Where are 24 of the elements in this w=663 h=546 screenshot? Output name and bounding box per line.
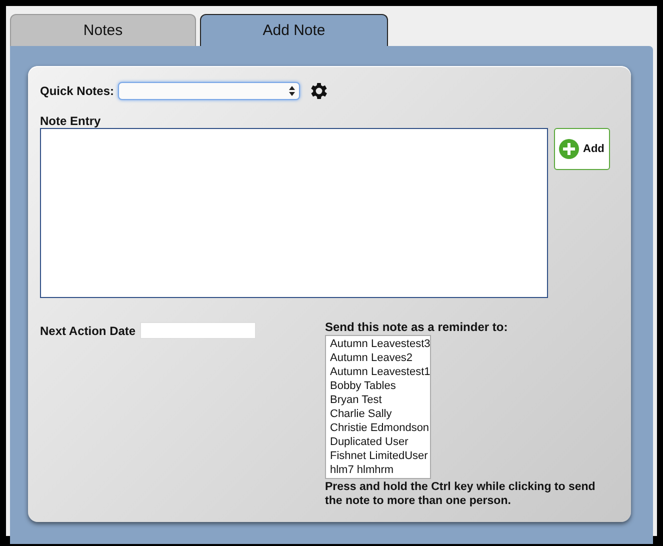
- recipient-item[interactable]: Bobby Tables: [326, 379, 430, 393]
- note-entry-field[interactable]: [40, 128, 548, 298]
- tab[interactable]: Add Note: [200, 14, 388, 46]
- plus-icon: [558, 138, 580, 160]
- note-entry-label: Note Entry: [40, 114, 102, 128]
- add-button[interactable]: Add: [554, 128, 610, 170]
- recipient-item[interactable]: Fishnet LimitedUser: [326, 449, 430, 463]
- quick-notes-label: Quick Notes:: [40, 84, 114, 98]
- recipient-item[interactable]: Autumn Leavestest1: [326, 365, 430, 379]
- recipient-list[interactable]: Autumn Leavestest3 Autumn Leaves2 Autumn Leavestest1 Bobby Tables Bryan Test Charlie Sally Christie Edmondson Duplicated User Fishnet LimitedUser hlm7 hlmhrm: [325, 335, 431, 479]
- next-action-date-label: Next Action Date: [40, 324, 136, 338]
- recipient-item[interactable]: Duplicated User: [326, 435, 430, 449]
- date-field[interactable]: [140, 322, 256, 339]
- recipient-item[interactable]: Christie Edmondson: [326, 421, 430, 435]
- recipient-item[interactable]: Autumn Leavestest3: [326, 337, 430, 351]
- reminder-label: Send this note as a reminder to:: [325, 320, 509, 334]
- recipient-item[interactable]: hlm7 hlmhrm: [326, 463, 430, 477]
- tab[interactable]: Notes: [10, 14, 196, 46]
- quick-notes-dropdown[interactable]: [118, 82, 300, 100]
- ctrl-hint: Press and hold the Ctrl key while clicking to send the note to more than one person.: [325, 480, 596, 508]
- recipient-item[interactable]: Charlie Sally: [326, 407, 430, 421]
- updown-arrows-icon: [289, 86, 296, 96]
- recipient-item[interactable]: Autumn Leaves2: [326, 351, 430, 365]
- recipient-item[interactable]: Bryan Test: [326, 393, 430, 407]
